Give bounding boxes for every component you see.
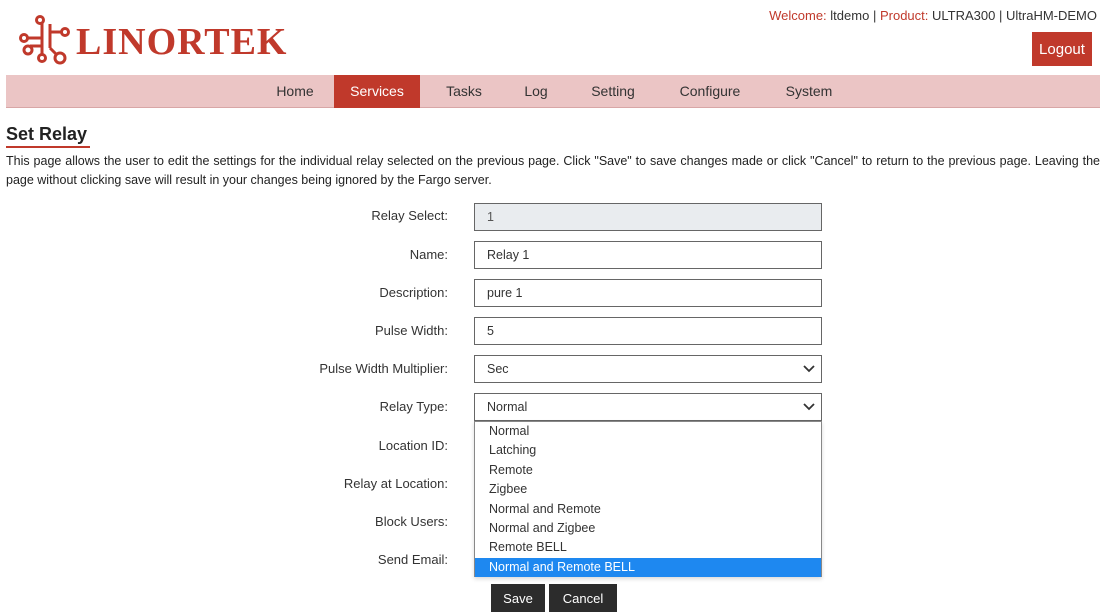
separator: |	[872, 8, 877, 23]
nav-system[interactable]: System	[776, 75, 842, 108]
main-nav: Home Services Tasks Log Setting Configur…	[6, 75, 1100, 108]
cancel-button[interactable]: Cancel	[549, 584, 617, 612]
location-id-label: Location ID:	[378, 438, 448, 453]
page-description: This page allows the user to edit the se…	[6, 154, 1100, 187]
welcome-label: Welcome:	[769, 8, 827, 23]
save-button[interactable]: Save	[491, 584, 545, 612]
relay-type-option[interactable]: Normal and Remote	[475, 500, 821, 519]
relay-type-option-highlighted[interactable]: Normal and Remote BELL	[475, 557, 821, 578]
relay-at-location-label: Relay at Location:	[343, 476, 448, 491]
logo-text: LINORTEK	[76, 21, 288, 63]
welcome-bar: Welcome: ltdemo | Product: ULTRA300 | Ul…	[769, 8, 1097, 23]
pulse-width-multiplier-value: Sec	[487, 362, 509, 376]
block-users-label: Block Users:	[375, 514, 448, 529]
relay-type-option[interactable]: Normal	[475, 422, 821, 441]
relay-type-option[interactable]: Normal and Zigbee	[475, 519, 821, 538]
relay-type-select[interactable]: Normal	[474, 393, 822, 421]
relay-type-label: Relay Type:	[379, 399, 448, 414]
relay-type-option[interactable]: Remote BELL	[475, 538, 821, 557]
linortek-logo: LINORTEK	[18, 12, 288, 68]
username: ltdemo	[830, 8, 870, 23]
pulse-width-multiplier-select[interactable]: Sec	[474, 355, 822, 383]
circuit-logo-icon	[19, 15, 70, 65]
relay-select-field: 1	[474, 203, 822, 231]
chevron-down-icon	[803, 403, 815, 411]
nav-log[interactable]: Log	[514, 75, 558, 108]
nav-tasks[interactable]: Tasks	[432, 75, 496, 108]
chevron-down-icon	[803, 365, 815, 373]
nav-services[interactable]: Services	[334, 75, 420, 108]
relay-type-option[interactable]: Zigbee	[475, 480, 821, 499]
product-name: ULTRA300	[932, 8, 996, 23]
title-underline	[6, 146, 90, 148]
nav-home[interactable]: Home	[260, 75, 330, 108]
page-title: Set Relay	[6, 124, 88, 144]
description-field[interactable]: pure 1	[474, 279, 822, 307]
relay-type-option[interactable]: Latching	[475, 441, 821, 460]
name-field[interactable]: Relay 1	[474, 241, 822, 269]
name-label: Name:	[409, 247, 448, 262]
nav-setting[interactable]: Setting	[582, 75, 644, 108]
product-label: Product:	[879, 8, 929, 23]
relay-select-label: Relay Select:	[371, 208, 448, 223]
relay-type-value: Normal	[487, 400, 528, 414]
nav-configure[interactable]: Configure	[668, 75, 752, 108]
pulse-width-label: Pulse Width:	[375, 323, 448, 338]
separator: |	[998, 8, 1003, 23]
description-label: Description:	[379, 285, 448, 300]
logout-button[interactable]: Logout	[1032, 32, 1092, 66]
pulse-width-multiplier-label: Pulse Width Multiplier:	[319, 361, 448, 376]
pulse-width-field[interactable]: 5	[474, 317, 822, 345]
relay-type-option[interactable]: Remote	[475, 461, 821, 480]
send-email-label: Send Email:	[377, 552, 448, 567]
device-name: UltraHM-DEMO	[1006, 8, 1097, 23]
relay-type-dropdown: Normal Latching Remote Zigbee Normal and…	[474, 421, 822, 578]
